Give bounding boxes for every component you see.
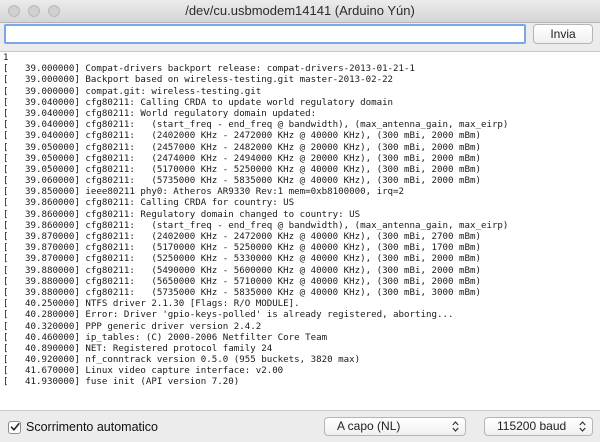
log-line: [ 39.040000] cfg80211: (2402000 KHz - 24…: [3, 131, 481, 142]
log-line: [ 39.050000] cfg80211: (5170000 KHz - 52…: [3, 164, 481, 175]
baud-rate-value: 115200 baud: [497, 419, 567, 433]
autoscroll-checkbox[interactable]: [8, 420, 21, 434]
log-line: [ 41.930000] fuse init (API version 7.20…: [3, 377, 240, 388]
chevron-updown-icon: [579, 421, 586, 432]
log-line: [ 39.870000] cfg80211: (5170000 KHz - 52…: [3, 243, 481, 254]
log-line: [ 40.280000] Error: Driver 'gpio-keys-po…: [3, 310, 454, 321]
serial-output-log: 1[ 39.000000] Compat-drivers backport re…: [0, 52, 600, 389]
log-line: [ 39.000000] compat.git: wireless-testin…: [3, 86, 262, 97]
serial-monitor-window: /dev/cu.usbmodem14141 (Arduino Yún) Invi…: [0, 0, 600, 442]
window-title: /dev/cu.usbmodem14141 (Arduino Yún): [185, 3, 415, 18]
log-line: [ 39.880000] cfg80211: (5735000 KHz - 58…: [3, 287, 481, 298]
log-line: [ 39.870000] cfg80211: (5250000 KHz - 53…: [3, 254, 481, 265]
title-bar: /dev/cu.usbmodem14141 (Arduino Yún): [0, 0, 600, 23]
log-line: [ 39.860000] cfg80211: (start_freq - end…: [3, 220, 509, 231]
bottom-bar: Scorrimento automatico A capo (NL) 11520…: [0, 411, 600, 442]
log-line: [ 39.880000] cfg80211: (5490000 KHz - 56…: [3, 265, 481, 276]
log-line: [ 39.040000] cfg80211: Calling CRDA to u…: [3, 97, 394, 108]
log-line: [ 39.000000] Compat-drivers backport rel…: [3, 64, 416, 75]
log-line: [ 40.920000] nf_conntrack version 0.5.0 …: [3, 355, 361, 366]
serial-output-console[interactable]: 1[ 39.000000] Compat-drivers backport re…: [0, 51, 600, 411]
log-line: [ 39.870000] cfg80211: (2402000 KHz - 24…: [3, 232, 481, 242]
log-line: [ 39.000000] Backport based on wireless-…: [3, 75, 394, 86]
log-line: [ 40.320000] PPP generic driver version …: [3, 321, 262, 332]
autoscroll-toggle[interactable]: Scorrimento automatico: [8, 419, 158, 435]
log-line: [ 39.040000] cfg80211: (start_freq - end…: [3, 120, 509, 131]
log-line: [ 41.670000] Linux video capture interfa…: [3, 366, 284, 377]
log-line: [ 39.050000] cfg80211: (2474000 KHz - 24…: [3, 153, 481, 164]
log-line: [ 39.060000] cfg80211: (5735000 KHz - 58…: [3, 176, 481, 187]
log-line: [ 39.040000] cfg80211: World regulatory …: [3, 108, 317, 119]
log-line: 1: [3, 53, 9, 63]
log-line: [ 39.880000] cfg80211: (5650000 KHz - 57…: [3, 276, 481, 287]
line-ending-select[interactable]: A capo (NL): [324, 417, 466, 436]
checkmark-icon: [10, 423, 20, 431]
send-button[interactable]: Invia: [533, 24, 593, 44]
log-line: [ 39.860000] cfg80211: Calling CRDA for …: [3, 198, 295, 209]
log-line: [ 40.460000] ip_tables: (C) 2000-2006 Ne…: [3, 332, 328, 343]
log-line: [ 39.050000] cfg80211: (2457000 KHz - 24…: [3, 142, 481, 153]
baud-rate-select[interactable]: 115200 baud: [484, 417, 593, 436]
send-bar: Invia: [0, 23, 600, 47]
log-line: [ 39.860000] cfg80211: Regulatory domain…: [3, 209, 361, 220]
autoscroll-label: Scorrimento automatico: [26, 420, 159, 434]
chevron-updown-icon: [452, 421, 459, 432]
log-line: [ 40.890000] NET: Registered protocol fa…: [3, 343, 273, 354]
send-input[interactable]: [4, 24, 526, 44]
line-ending-value: A capo (NL): [337, 419, 401, 433]
log-line: [ 39.850000] ieee80211 phy0: Atheros AR9…: [3, 187, 405, 198]
log-line: [ 40.250000] NTFS driver 2.1.30 [Flags: …: [3, 299, 300, 310]
